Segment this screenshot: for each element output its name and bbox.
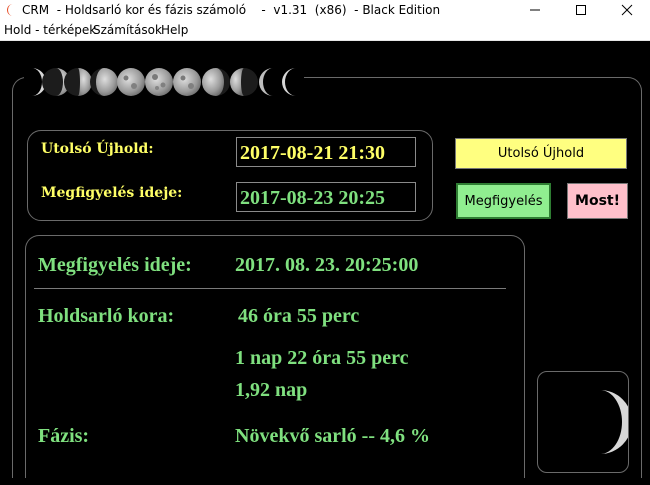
moon-phase-8-icon [202,68,230,96]
result-observation-label: Megfigyelés ideje: [38,254,192,276]
phase-value: Növekvő sarló -- 4,6 % [235,425,430,447]
title-bar: CRM - Holdsarló kor és fázis számoló - v… [0,0,650,20]
menu-help[interactable]: Help [161,23,188,37]
now-button[interactable]: Most! [567,183,628,219]
window-title: CRM - Holdsarló kor és fázis számoló - v… [22,3,441,17]
age-days-hours-value: 1 nap 22 óra 55 perc [235,347,409,369]
last-newmoon-label: Utolsó Újhold: [41,141,154,157]
maximize-icon [576,5,586,15]
close-icon [621,4,633,16]
moon-phase-10-icon [259,68,273,96]
moon-phase-4-icon [90,68,118,96]
moon-phase-11-icon [282,68,296,96]
main-area: Utolsó Újhold: 2017-08-21 21:30 Megfigye… [0,41,650,485]
maximize-button[interactable] [558,0,604,20]
close-button[interactable] [604,0,650,20]
last-newmoon-button[interactable]: Utolsó Újhold [455,138,627,169]
moon-phases-strip [24,65,304,99]
last-newmoon-field[interactable]: 2017-08-21 21:30 [236,137,416,167]
menu-szamitasok[interactable]: Számítások [93,23,162,37]
observation-time-label: Megfigyelés ideje: [41,185,183,201]
menu-bar: Hold - térképek Számítások Help [0,20,650,41]
moon-phase-7-icon [173,68,201,96]
app-moon-icon [7,4,13,16]
moon-phase-3-icon [64,68,92,96]
current-moon-box [537,371,632,473]
current-moon-crescent-icon [600,390,632,454]
results-divider [34,288,506,289]
phase-label: Fázis: [38,425,90,447]
minimize-button[interactable] [512,0,558,20]
observation-time-field[interactable]: 2017-08-23 20:25 [236,182,416,212]
minimize-icon [530,9,540,11]
menu-hold-terkepek[interactable]: Hold - térképek [4,23,96,37]
moon-phase-5-icon [117,68,145,96]
observation-button[interactable]: Megfigyelés [456,183,551,219]
result-observation-value: 2017. 08. 23. 20:25:00 [235,254,419,276]
age-hours-value: 46 óra 55 perc [238,305,360,327]
moon-phase-6-icon [145,68,173,96]
age-days-value: 1,92 nap [235,379,308,401]
age-label: Holdsarló kora: [38,305,175,327]
moon-phase-9-icon [230,68,258,96]
